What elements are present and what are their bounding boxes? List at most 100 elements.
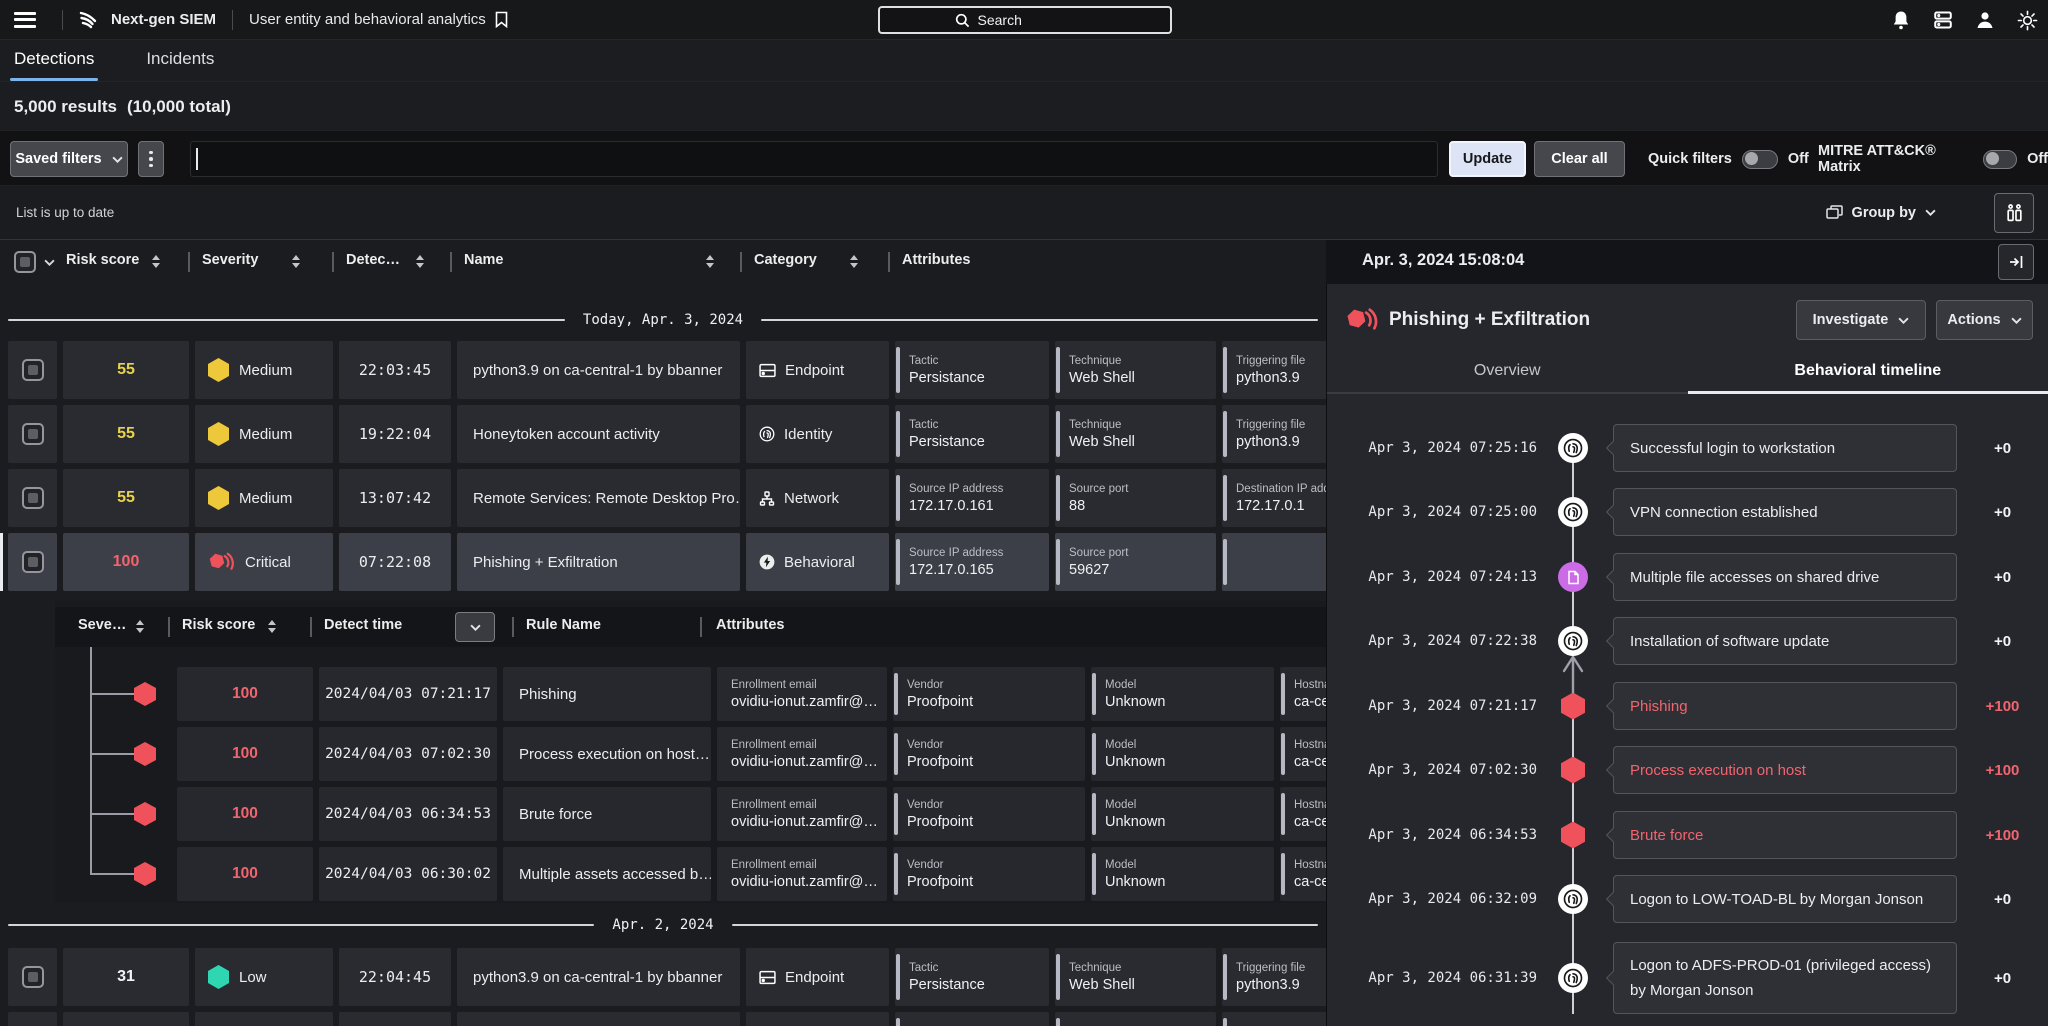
attribute-cell[interactable]: TechniqueWeb Shell (1055, 948, 1216, 1006)
chevron-down-icon[interactable] (44, 259, 55, 266)
attribute-cell[interactable]: Source port88 (1055, 469, 1216, 527)
theme-sun-icon[interactable] (2016, 9, 2038, 31)
attribute-cell[interactable]: Hostnameca-central (1280, 727, 1326, 781)
attribute-cell[interactable]: ModelUnknown (1091, 847, 1274, 901)
timeline-event[interactable]: Apr 3, 2024 07:25:16 Successful login to… (1327, 424, 2048, 472)
timeline-event[interactable]: Apr 3, 2024 06:31:39 Logon to ADFS-PROD-… (1327, 942, 2048, 1014)
attribute-cell[interactable]: TechniqueWeb Shell (1055, 405, 1216, 463)
header-risk-score[interactable]: Risk score (66, 252, 139, 268)
product-name[interactable]: Next-gen SIEM (111, 11, 216, 28)
subtable-row[interactable]: 100 2024/04/03 07:02:30 Process executio… (177, 727, 1326, 781)
notifications-bell-icon[interactable] (1890, 9, 1912, 31)
table-row[interactable]: 31 Low 22:04:45 python3.9 on ca-central-… (8, 948, 1326, 1006)
falcon-logo-icon[interactable] (77, 8, 101, 32)
tab-behavioral-timeline[interactable]: Behavioral timeline (1688, 350, 2048, 392)
subheader-attributes[interactable]: Attributes (716, 617, 784, 633)
subheader-risk[interactable]: Risk score (182, 617, 255, 633)
group-by-control[interactable]: Group by (1826, 205, 1936, 221)
attribute-cell[interactable]: VendorProofpoint (893, 727, 1085, 781)
attribute-cell[interactable]: Hostnameca-central (1280, 667, 1326, 721)
attribute-cell[interactable]: Triggering filepython3.9 (1222, 948, 1326, 1006)
subheader-rule-name[interactable]: Rule Name (526, 617, 601, 633)
timeline-event-detection[interactable]: Apr 3, 2024 07:21:17 Phishing +100 (1327, 682, 2048, 730)
timeline-card[interactable]: Brute force (1613, 811, 1957, 859)
header-name[interactable]: Name (464, 252, 504, 268)
timeline-event-detection[interactable]: Apr 3, 2024 06:34:53 Brute force +100 (1327, 811, 2048, 859)
row-checkbox[interactable] (22, 359, 44, 381)
table-row[interactable]: 55 Medium 19:22:04 Honeytoken account ac… (8, 405, 1326, 463)
quick-filters-toggle[interactable] (1742, 150, 1778, 169)
table-row-selected[interactable]: 100 Critical 07:22:08 Phishing + Exfiltr… (8, 533, 1326, 591)
attribute-cell[interactable]: Source port59627 (1055, 533, 1216, 591)
update-button[interactable]: Update (1449, 141, 1526, 177)
sort-icon[interactable] (706, 255, 714, 268)
attribute-cell[interactable]: TacticPersistance (895, 341, 1049, 399)
attribute-cell[interactable]: ModelUnknown (1091, 667, 1274, 721)
attribute-cell[interactable]: Triggering filepython3.9 (1222, 405, 1326, 463)
table-row[interactable]: 55 Medium 22:03:45 python3.9 on ca-centr… (8, 341, 1326, 399)
timeline-card[interactable]: Process execution on host (1613, 746, 1957, 794)
header-attributes[interactable]: Attributes (902, 252, 970, 268)
attribute-cell[interactable]: TechniqueWeb Shell (1055, 341, 1216, 399)
select-all-checkbox[interactable] (14, 251, 36, 273)
timeline-card[interactable]: VPN connection established (1613, 488, 1957, 536)
row-checkbox[interactable] (22, 423, 44, 445)
attribute-cell[interactable]: VendorProofpoint (893, 787, 1085, 841)
attribute-cell[interactable] (1222, 533, 1326, 591)
hamburger-menu-icon[interactable] (14, 12, 36, 28)
timeline-card[interactable]: Installation of software update (1613, 617, 1957, 665)
attribute-cell[interactable]: VendorProofpoint (893, 667, 1085, 721)
filter-query-input[interactable] (190, 141, 1438, 177)
attribute-cell[interactable]: Enrollment emailovidiu-ionut.zamfir@… (717, 787, 887, 841)
header-category[interactable]: Category (754, 252, 817, 268)
filter-options-kebab-button[interactable] (138, 141, 164, 177)
sort-icon[interactable] (268, 620, 276, 633)
columns-view-button[interactable] (1994, 193, 2034, 233)
attribute-cell[interactable]: TacticPersistance (895, 405, 1049, 463)
sort-icon[interactable] (292, 255, 300, 268)
attribute-cell[interactable]: Enrollment emailovidiu-ionut.zamfir@… (717, 727, 887, 781)
mitre-matrix-toggle[interactable] (1983, 150, 2017, 169)
tab-overview[interactable]: Overview (1327, 350, 1688, 392)
sort-icon[interactable] (152, 255, 160, 268)
search-input[interactable] (976, 11, 1096, 29)
saved-filters-button[interactable]: Saved filters (10, 141, 128, 177)
module-name[interactable]: User entity and behavioral analytics (249, 11, 486, 28)
attribute-cell[interactable]: VendorProofpoint (893, 847, 1085, 901)
bookmark-icon[interactable] (494, 11, 509, 28)
subtable-row[interactable]: 100 2024/04/03 06:34:53 Brute force Enro… (177, 787, 1326, 841)
timeline-event[interactable]: Apr 3, 2024 07:22:38 Installation of sof… (1327, 617, 2048, 665)
timeline-card[interactable]: Multiple file accesses on shared drive (1613, 553, 1957, 601)
row-checkbox[interactable] (22, 551, 44, 573)
attribute-cell[interactable]: Hostnameca-central (1280, 847, 1326, 901)
header-severity[interactable]: Severity (202, 252, 258, 268)
sort-icon[interactable] (416, 255, 424, 268)
attribute-cell[interactable]: Source IP address172.17.0.161 (895, 469, 1049, 527)
attribute-cell[interactable]: TacticPersistance (895, 948, 1049, 1006)
clear-all-button[interactable]: Clear all (1534, 141, 1625, 177)
tab-detections[interactable]: Detections (10, 49, 98, 81)
subtable-row[interactable]: 100 2024/04/03 07:21:17 Phishing Enrollm… (177, 667, 1326, 721)
attribute-cell[interactable]: Destination IP address172.17.0.1 (1222, 469, 1326, 527)
attribute-cell[interactable]: Source IP address172.17.0.165 (895, 533, 1049, 591)
actions-button[interactable]: Actions (1936, 300, 2033, 340)
user-account-icon[interactable] (1974, 9, 1996, 31)
table-row-partial[interactable] (8, 1012, 1326, 1026)
row-checkbox[interactable] (22, 487, 44, 509)
timeline-card[interactable]: Logon to LOW-TOAD-BL by Morgan Jonson (1613, 875, 1957, 923)
subtable-row[interactable]: 100 2024/04/03 06:30:02 Multiple assets … (177, 847, 1326, 901)
timeline-event[interactable]: Apr 3, 2024 07:24:13 Multiple file acces… (1327, 553, 2048, 601)
table-row[interactable]: 55 Medium 13:07:42 Remote Services: Remo… (8, 469, 1326, 527)
detect-time-dropdown-button[interactable] (455, 612, 495, 642)
timeline-event[interactable]: Apr 3, 2024 07:25:00 VPN connection esta… (1327, 488, 2048, 536)
sort-icon[interactable] (850, 255, 858, 268)
subheader-severity[interactable]: Seve… (78, 617, 126, 633)
global-search[interactable] (878, 6, 1172, 34)
timeline-event-detection[interactable]: Apr 3, 2024 07:02:30 Process execution o… (1327, 746, 2048, 794)
attribute-cell[interactable]: ModelUnknown (1091, 727, 1274, 781)
attribute-cell[interactable]: Hostnameca-central (1280, 787, 1326, 841)
attribute-cell[interactable]: Triggering filepython3.9 (1222, 341, 1326, 399)
tab-incidents[interactable]: Incidents (142, 49, 218, 81)
timeline-card[interactable]: Successful login to workstation (1613, 424, 1957, 472)
timeline-event[interactable]: Apr 3, 2024 06:32:09 Logon to LOW-TOAD-B… (1327, 875, 2048, 923)
